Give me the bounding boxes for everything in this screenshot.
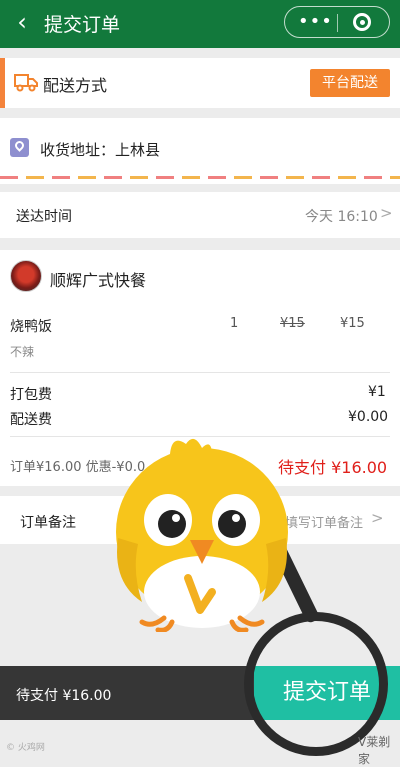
address-text: 收货地址：上林县 bbox=[40, 141, 161, 159]
bottom-amount-to-pay: 待支付 ¥16.00 bbox=[16, 688, 112, 704]
packing-fee-value: ¥1 bbox=[368, 384, 386, 400]
mini-program-capsule: ••• bbox=[284, 6, 390, 38]
item-original-price: ¥15 bbox=[280, 316, 305, 331]
platform-delivery-button[interactable]: 平台配送 bbox=[310, 69, 390, 97]
watermark-left: © 火鸡网 bbox=[6, 743, 45, 753]
divider bbox=[10, 372, 390, 373]
chick-mascot-icon bbox=[116, 438, 288, 632]
delivery-time-row[interactable]: 送达时间 今天 16:10 > bbox=[0, 192, 400, 238]
shop-logo bbox=[10, 260, 42, 292]
capsule-divider bbox=[337, 14, 338, 32]
chevron-right-icon: > bbox=[371, 509, 384, 527]
envelope-stripe bbox=[0, 176, 400, 179]
chevron-left-icon[interactable]: ‹ bbox=[8, 8, 36, 36]
delivery-method-label: 配送方式 bbox=[43, 76, 108, 95]
truck-icon bbox=[14, 74, 38, 92]
chevron-right-icon: > bbox=[380, 204, 393, 222]
accent-bar bbox=[0, 58, 5, 108]
item-quantity: 1 bbox=[230, 316, 239, 331]
delivery-fee-value: ¥0.00 bbox=[348, 409, 389, 425]
packing-fee-label: 打包费 bbox=[10, 387, 52, 403]
target-dot bbox=[360, 20, 365, 25]
nav-bar: ‹ 提交订单 ••• bbox=[0, 0, 400, 48]
delivery-time-value: 今天 16:10 bbox=[305, 209, 378, 225]
watermark-right: V莱剃家 bbox=[358, 735, 391, 766]
item-price: ¥15 bbox=[340, 316, 365, 331]
item-note: 不辣 bbox=[10, 345, 35, 359]
delivery-fee-label: 配送费 bbox=[10, 412, 52, 428]
address-row[interactable]: 收货地址：上林县 bbox=[0, 118, 400, 184]
location-pin-icon bbox=[10, 138, 29, 157]
item-name: 烧鸭饭 bbox=[10, 319, 52, 335]
target-icon[interactable] bbox=[353, 13, 371, 31]
page-title: 提交订单 bbox=[44, 14, 121, 36]
delivery-method-row: 配送方式 平台配送 bbox=[0, 58, 400, 108]
pin-shape bbox=[13, 139, 26, 152]
amount-to-pay: 待支付 ¥16.00 bbox=[278, 458, 388, 477]
delivery-time-label: 送达时间 bbox=[16, 209, 72, 225]
more-dots-icon[interactable]: ••• bbox=[298, 11, 333, 32]
remark-label: 订单备注 bbox=[20, 515, 76, 531]
shop-name: 顺辉广式快餐 bbox=[50, 271, 147, 290]
